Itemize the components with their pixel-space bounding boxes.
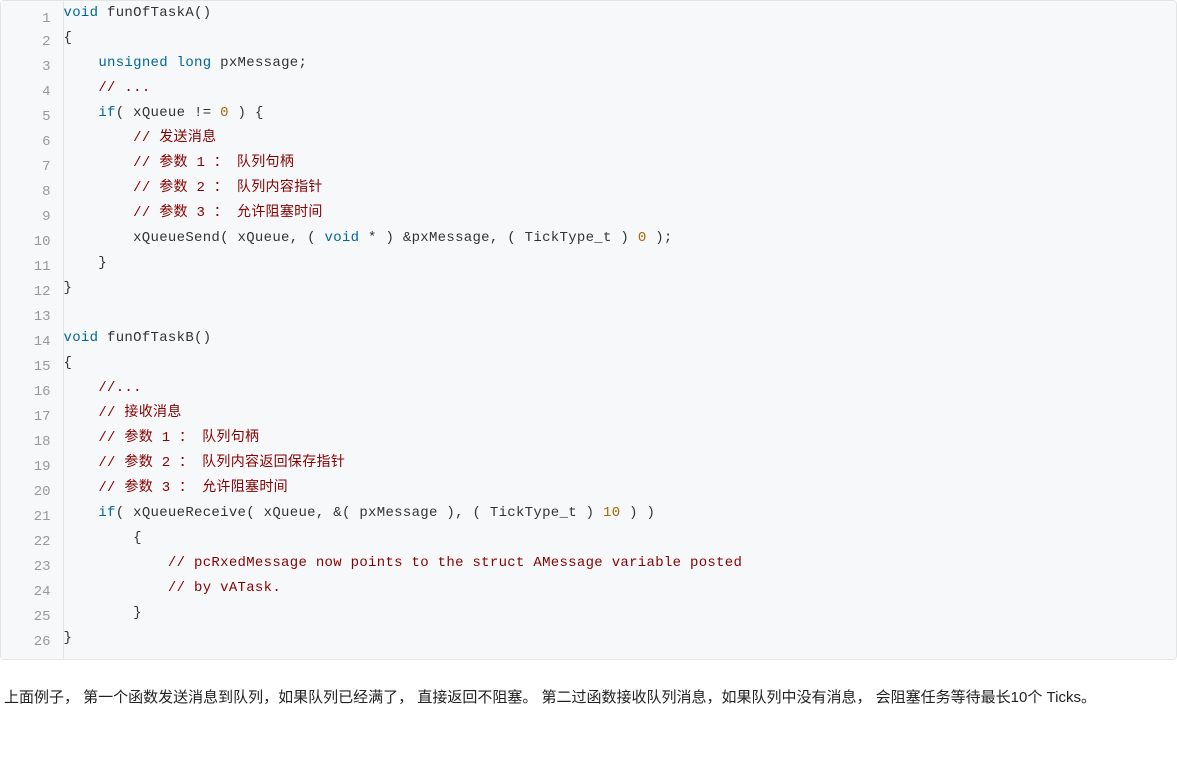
code-block: 1234567891011121314151617181920212223242… (0, 0, 1177, 660)
line-number: 15 (1, 355, 63, 380)
line-number: 25 (1, 605, 63, 630)
line-number: 4 (1, 80, 63, 105)
code-line: { (64, 351, 1177, 376)
code-line: } (64, 251, 1177, 276)
line-number: 8 (1, 180, 63, 205)
line-number-gutter: 1234567891011121314151617181920212223242… (1, 1, 63, 659)
line-number: 2 (1, 30, 63, 55)
line-number: 18 (1, 430, 63, 455)
line-number: 21 (1, 505, 63, 530)
code-line: // 参数 3 ： 允许阻塞时间 (64, 201, 1177, 226)
code-line: if( xQueueReceive( xQueue, &( pxMessage … (64, 501, 1177, 526)
code-line: xQueueSend( xQueue, ( void * ) &pxMessag… (64, 226, 1177, 251)
code-line: // 参数 3 ： 允许阻塞时间 (64, 476, 1177, 501)
line-number: 6 (1, 130, 63, 155)
line-number: 17 (1, 405, 63, 430)
code-line: } (64, 601, 1177, 626)
code-line: void funOfTaskA() (64, 1, 1177, 26)
code-line: unsigned long pxMessage; (64, 51, 1177, 76)
line-number: 12 (1, 280, 63, 305)
line-number: 24 (1, 580, 63, 605)
code-line: { (64, 526, 1177, 551)
line-number: 10 (1, 230, 63, 255)
line-number: 14 (1, 330, 63, 355)
line-number: 22 (1, 530, 63, 555)
code-line: // 接收消息 (64, 401, 1177, 426)
code-line: { (64, 26, 1177, 51)
line-number: 13 (1, 305, 63, 330)
line-number: 5 (1, 105, 63, 130)
line-number: 23 (1, 555, 63, 580)
code-line: // 参数 2 ： 队列内容指针 (64, 176, 1177, 201)
line-number: 3 (1, 55, 63, 80)
line-number: 19 (1, 455, 63, 480)
line-number: 1 (1, 1, 63, 30)
code-line: //... (64, 376, 1177, 401)
code-line: // pcRxedMessage now points to the struc… (64, 551, 1177, 576)
code-line (64, 301, 1177, 326)
code-line: // 参数 2 ： 队列内容返回保存指针 (64, 451, 1177, 476)
line-number: 26 (1, 630, 63, 659)
code-content[interactable]: void funOfTaskA(){ unsigned long pxMessa… (63, 1, 1176, 659)
line-number: 7 (1, 155, 63, 180)
line-number: 20 (1, 480, 63, 505)
code-line: // by vATask. (64, 576, 1177, 601)
code-line: void funOfTaskB() (64, 326, 1177, 351)
code-line: // 参数 1 ： 队列句柄 (64, 426, 1177, 451)
code-line: // 参数 1 ： 队列句柄 (64, 151, 1177, 176)
code-line: } (64, 626, 1177, 651)
code-line: if( xQueue != 0 ) { (64, 101, 1177, 126)
line-number: 16 (1, 380, 63, 405)
line-number: 9 (1, 205, 63, 230)
explanation-paragraph: 上面例子， 第一个函数发送消息到队列，如果队列已经满了， 直接返回不阻塞。 第二… (0, 684, 1177, 713)
code-line: // ... (64, 76, 1177, 101)
code-line: // 发送消息 (64, 126, 1177, 151)
code-line: } (64, 276, 1177, 301)
line-number: 11 (1, 255, 63, 280)
